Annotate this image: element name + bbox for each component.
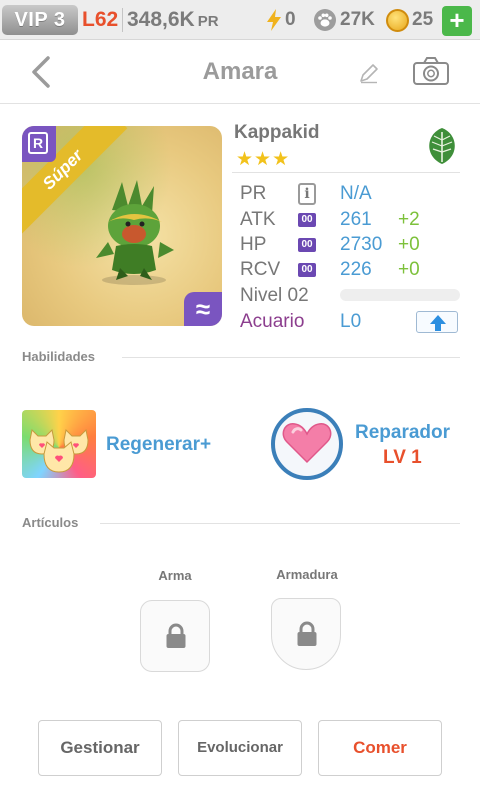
energy-value: 0	[285, 9, 296, 30]
status-bar: VIP 3 L62 348,6K PR 0 27K 25 +	[0, 0, 480, 40]
level-progress-bar	[340, 289, 460, 301]
stat-bonus: +2	[398, 209, 420, 230]
coins-value: 25	[412, 9, 434, 30]
rarity-letter: R	[28, 132, 48, 154]
camera-icon	[413, 57, 449, 85]
stat-bonus: +0	[398, 259, 420, 280]
stat-value: 226	[340, 259, 372, 280]
upgrade-button[interactable]	[416, 311, 458, 333]
skill-name-regenerar[interactable]: Regenerar+	[106, 434, 211, 456]
coin-icon	[386, 8, 409, 32]
lock-icon	[297, 621, 317, 646]
cat-faces-icon[interactable]	[22, 410, 96, 478]
water-element-badge: ≈	[184, 292, 222, 326]
player-level: L62	[82, 8, 119, 31]
paw-icon	[313, 8, 337, 32]
manage-button[interactable]: Gestionar	[38, 720, 162, 776]
stat-label: ATK	[240, 209, 276, 230]
stat-value: 2730	[340, 234, 383, 255]
star-rating: ★★★	[236, 149, 291, 170]
skill-level: LV 1	[383, 447, 422, 468]
stat-label: HP	[240, 234, 267, 255]
lock-icon	[166, 623, 186, 648]
stat-value: N/A	[340, 183, 372, 204]
info-icon[interactable]: i	[298, 183, 316, 205]
divider	[232, 172, 460, 173]
eat-button[interactable]: Comer	[318, 720, 442, 776]
abilities-heading: Habilidades	[22, 349, 95, 364]
power-unit: PR	[197, 13, 219, 30]
aquarium-value: L0	[340, 311, 362, 332]
power-number: 348,6K	[127, 8, 195, 31]
coins-counter[interactable]: 25	[386, 8, 433, 32]
paws-counter[interactable]: 27K	[313, 8, 375, 32]
stat-chip: 00	[298, 238, 316, 252]
heart-icon[interactable]	[271, 408, 343, 480]
weapon-label: Arma	[158, 568, 192, 583]
aquarium-label: Acuario	[240, 311, 305, 332]
vip-badge[interactable]: VIP 3	[2, 5, 78, 35]
rarity-badge: R	[22, 126, 56, 162]
arrow-up-icon	[430, 315, 446, 331]
armor-label: Armadura	[276, 567, 338, 582]
level-label: Nivel 02	[240, 285, 309, 306]
pet-species-name: Kappakid	[234, 122, 320, 143]
camera-button[interactable]	[412, 56, 450, 86]
evolve-button[interactable]: Evolucionar	[178, 720, 302, 776]
divider	[122, 8, 123, 32]
stat-value: 261	[340, 209, 372, 230]
leaf-icon	[424, 126, 460, 166]
page-header: Amara	[0, 40, 480, 104]
edit-name-button[interactable]	[358, 62, 380, 84]
armor-slot[interactable]	[271, 598, 341, 670]
weapon-slot[interactable]	[140, 600, 210, 672]
items-heading: Artículos	[22, 515, 79, 530]
pet-portrait[interactable]: Súper R ≈	[22, 126, 222, 326]
stat-chip: 00	[298, 263, 316, 277]
lightning-icon	[266, 9, 282, 31]
pet-sprite-image	[96, 180, 174, 285]
paws-value: 27K	[340, 9, 375, 30]
stat-bonus: +0	[398, 234, 420, 255]
add-currency-button[interactable]: +	[442, 6, 472, 36]
stat-chip: 00	[298, 213, 316, 227]
stat-label: PR	[240, 183, 267, 204]
stat-label: RCV	[240, 259, 281, 280]
pencil-icon	[360, 64, 378, 84]
energy-counter[interactable]: 0	[266, 8, 296, 32]
divider	[122, 357, 460, 358]
divider	[100, 523, 460, 524]
skill-name-reparador[interactable]: Reparador	[355, 422, 450, 444]
page-title: Amara	[202, 58, 278, 85]
power-value: 348,6K PR	[127, 8, 219, 32]
